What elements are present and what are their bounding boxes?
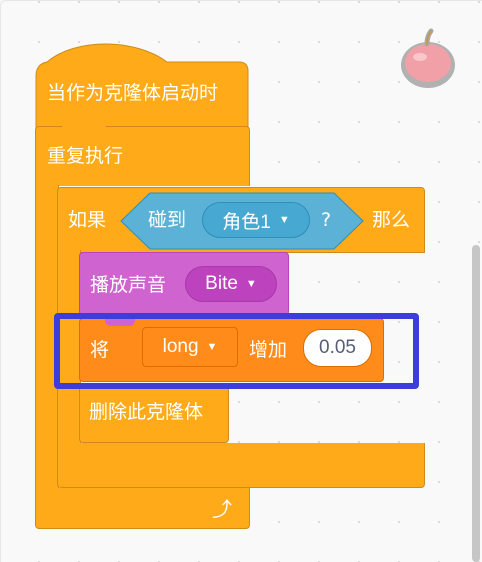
play-sound-label: 播放声音 bbox=[90, 274, 167, 296]
touching-target-dropdown[interactable]: 角色1 ▼ bbox=[202, 202, 310, 238]
sound-dropdown[interactable]: Bite ▼ bbox=[185, 266, 277, 302]
vertical-scrollbar[interactable] bbox=[472, 245, 480, 562]
question-mark-label: ? bbox=[321, 209, 332, 231]
touching-label: 碰到 bbox=[148, 209, 187, 231]
chevron-down-icon: ▼ bbox=[245, 278, 257, 290]
highlight-box bbox=[54, 313, 419, 389]
if-label: 如果 bbox=[68, 209, 107, 231]
delete-clone-label: 删除此克隆体 bbox=[89, 401, 204, 423]
then-label: 那么 bbox=[372, 209, 411, 231]
block-notch bbox=[62, 123, 106, 131]
if-bottom bbox=[57, 443, 425, 488]
chevron-down-icon: ▼ bbox=[278, 214, 290, 226]
hat-block-label: 当作为克隆体启动时 bbox=[47, 82, 219, 104]
forever-label: 重复执行 bbox=[47, 145, 124, 167]
touching-target-value: 角色1 bbox=[222, 211, 271, 233]
sound-name-value: Bite bbox=[205, 273, 238, 294]
apple-icon bbox=[401, 28, 455, 88]
repeat-arrow-icon: ⤴ bbox=[212, 497, 232, 521]
